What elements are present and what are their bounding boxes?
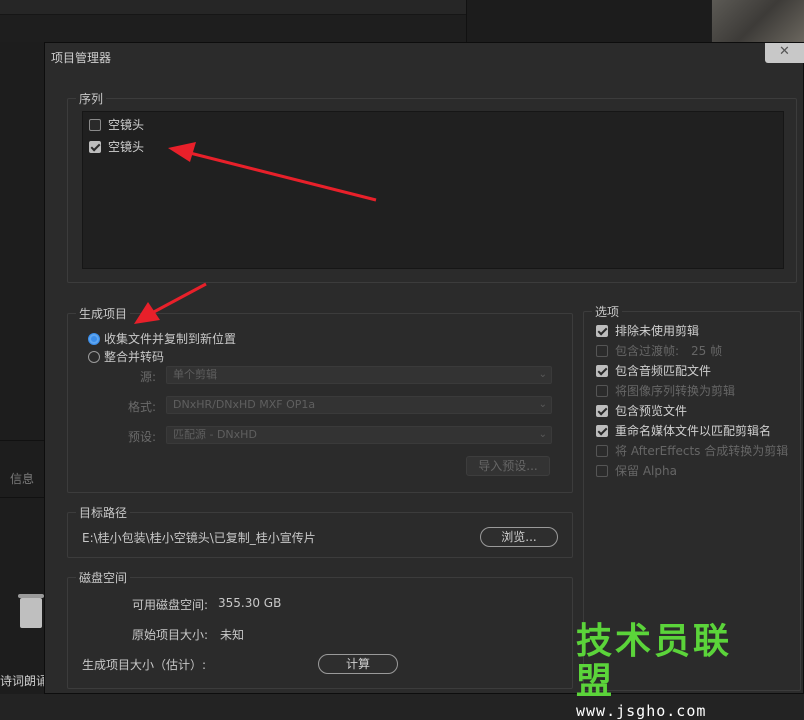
original-size-value: 未知: [220, 628, 245, 642]
option-label: 重命名媒体文件以匹配剪辑名: [615, 424, 772, 438]
option-checkbox[interactable]: [596, 384, 608, 397]
panel-divider: [0, 440, 44, 441]
sequence-checkbox[interactable]: [89, 140, 101, 153]
sequence-item[interactable]: 空镜头: [89, 116, 144, 133]
resulting-project-legend: 生成项目: [76, 305, 131, 322]
option-checkbox[interactable]: [596, 464, 608, 477]
collect-files-label: 收集文件并复制到新位置: [104, 332, 237, 346]
option-label: 将图像序列转换为剪辑: [615, 384, 736, 398]
consolidate-radio[interactable]: [88, 350, 100, 363]
consolidate-label: 整合并转码: [104, 350, 165, 364]
sequence-checkbox[interactable]: [89, 118, 101, 131]
chevron-down-icon: ⌄: [538, 369, 547, 380]
format-label: 格式:: [127, 400, 156, 414]
collect-files-radio[interactable]: [88, 332, 100, 345]
dialog-titlebar[interactable]: 项目管理器: [45, 43, 803, 69]
sequence-legend: 序列: [76, 90, 107, 107]
close-icon: ✕: [779, 44, 790, 59]
option-checkbox[interactable]: [596, 404, 608, 417]
preset-select[interactable]: 匹配源 - DNxHD ⌄: [166, 426, 552, 444]
option-convert-image-sequences[interactable]: 将图像序列转换为剪辑: [596, 382, 735, 399]
original-size-label: 原始项目大小:: [132, 628, 209, 642]
close-button[interactable]: ✕: [765, 43, 804, 63]
disk-space-group: 磁盘空间 可用磁盘空间: 355.30 GB 原始项目大小: 未知 生成项目大小…: [67, 569, 573, 689]
option-label: 保留 Alpha: [615, 464, 677, 478]
available-space-label: 可用磁盘空间:: [132, 598, 209, 612]
calculate-button[interactable]: 计算: [318, 654, 398, 674]
watermark: 技术员联盟 www.jsgho.com: [576, 622, 766, 720]
options-legend: 选项: [592, 303, 623, 320]
destination-path-group: 目标路径 E:\桂小包装\桂小空镜头\已复制_桂小宣传片 浏览...: [67, 504, 573, 558]
trash-icon[interactable]: [18, 594, 44, 628]
option-preserve-alpha[interactable]: 保留 Alpha: [596, 462, 677, 479]
collect-files-option[interactable]: 收集文件并复制到新位置: [88, 330, 236, 347]
resulting-project-group: 生成项目 收集文件并复制到新位置 整合并转码 源: 单个剪辑 ⌄ 格式: DNx…: [67, 305, 573, 493]
panel-divider: [0, 497, 44, 498]
chevron-down-icon: ⌄: [538, 429, 547, 440]
destination-path-value: E:\桂小包装\桂小空镜头\已复制_桂小宣传片: [82, 531, 316, 545]
option-checkbox[interactable]: [596, 444, 608, 457]
handles-frames-value: 25 帧: [691, 344, 723, 358]
preset-select-value: 匹配源 - DNxHD: [173, 428, 257, 441]
option-label: 包含预览文件: [615, 404, 688, 418]
background-panel-right: [466, 0, 711, 42]
option-label: 排除未使用剪辑: [615, 324, 700, 338]
option-checkbox[interactable]: [596, 424, 608, 437]
browse-button[interactable]: 浏览...: [480, 527, 558, 547]
background-item-label: 诗词朗诵: [0, 674, 49, 688]
consolidate-option[interactable]: 整合并转码: [88, 348, 164, 365]
sequence-list[interactable]: 空镜头 空镜头: [82, 111, 784, 269]
chevron-down-icon: ⌄: [538, 399, 547, 410]
watermark-logo-text: 技术员联盟: [576, 621, 733, 702]
info-tab[interactable]: 信息: [10, 470, 34, 487]
destination-legend: 目标路径: [76, 504, 131, 521]
dialog-title: 项目管理器: [51, 51, 112, 65]
format-select[interactable]: DNxHR/DNxHD MXF OP1a ⌄: [166, 396, 552, 414]
watermark-url: www.jsgho.com: [576, 702, 707, 720]
source-select[interactable]: 单个剪辑 ⌄: [166, 366, 552, 384]
option-exclude-unused[interactable]: 排除未使用剪辑: [596, 322, 699, 339]
option-rename-media[interactable]: 重命名媒体文件以匹配剪辑名: [596, 422, 771, 439]
option-label: 包含音频匹配文件: [615, 364, 712, 378]
option-checkbox[interactable]: [596, 324, 608, 337]
sequence-item-label: 空镜头: [108, 118, 145, 132]
option-include-audio-conform[interactable]: 包含音频匹配文件: [596, 362, 711, 379]
sequence-group: 序列 空镜头 空镜头: [67, 90, 797, 283]
source-select-value: 单个剪辑: [173, 368, 217, 381]
disk-space-legend: 磁盘空间: [76, 569, 131, 586]
option-include-preview-files[interactable]: 包含预览文件: [596, 402, 687, 419]
option-checkbox[interactable]: [596, 364, 608, 377]
source-label: 源:: [139, 370, 156, 384]
option-checkbox[interactable]: [596, 344, 608, 357]
format-select-value: DNxHR/DNxHD MXF OP1a: [173, 398, 316, 411]
background-panel: [0, 0, 466, 15]
sequence-item-label: 空镜头: [108, 140, 145, 154]
option-label: 包含过渡帧:: [615, 344, 680, 358]
background-preview-thumbnail: [712, 0, 804, 42]
resulting-size-label: 生成项目大小（估计）:: [82, 658, 207, 672]
preset-label: 预设:: [127, 430, 156, 444]
option-label: 将 AfterEffects 合成转换为剪辑: [615, 444, 789, 458]
import-preset-button[interactable]: 导入预设...: [466, 456, 550, 476]
sequence-item[interactable]: 空镜头: [89, 138, 144, 155]
background-left-panel: 信息 诗词朗诵: [0, 42, 48, 694]
project-manager-dialog: 项目管理器 ✕ 序列 空镜头 空镜头 生成项目 收集文件并复制到新位置 整合并转…: [44, 42, 804, 694]
option-include-handles[interactable]: 包含过渡帧: 25 帧: [596, 342, 722, 359]
available-space-value: 355.30 GB: [218, 596, 282, 610]
option-convert-ae-comps[interactable]: 将 AfterEffects 合成转换为剪辑: [596, 442, 788, 459]
